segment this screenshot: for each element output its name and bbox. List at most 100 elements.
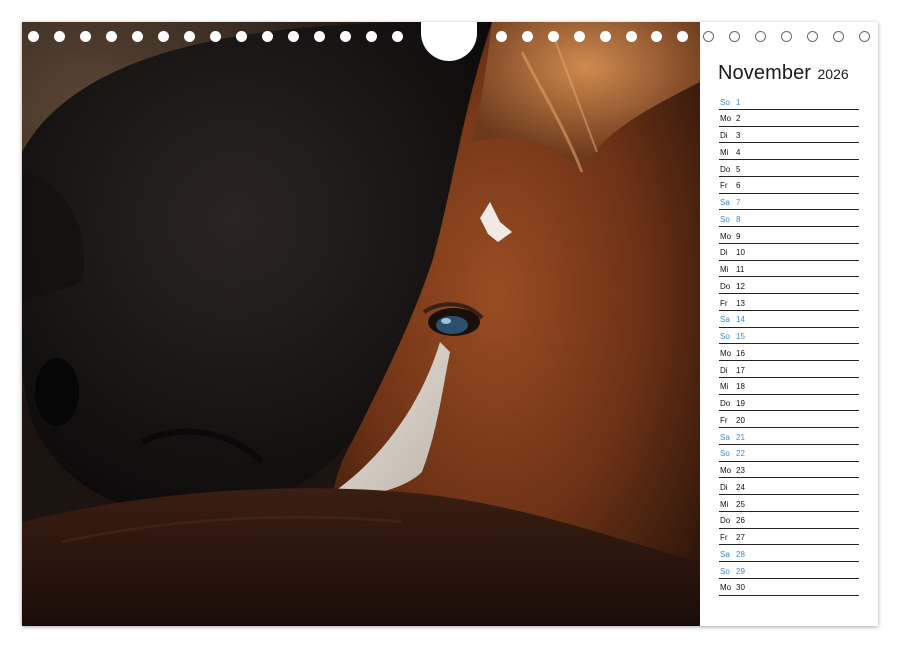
day-row: Mo 16 (719, 344, 859, 361)
binding-hole (521, 31, 533, 42)
weekday-label: Fr (720, 415, 728, 425)
day-row: So 22 (719, 445, 859, 462)
binding-hole (677, 31, 689, 42)
binding-hole (236, 31, 247, 42)
day-row: Sa 7 (719, 194, 859, 211)
day-row: Fr 6 (719, 177, 859, 194)
day-number: 5 (736, 164, 741, 174)
day-number: 7 (736, 198, 741, 207)
binding-hole (340, 31, 351, 42)
day-number: 28 (736, 549, 745, 559)
weekday-label: So (720, 449, 730, 459)
weekday-label: Mo (720, 348, 732, 358)
weekday-label: Mi (720, 265, 729, 274)
day-row: Do 26 (719, 512, 859, 529)
binding-hole (132, 31, 143, 42)
day-row: Mo 9 (719, 227, 859, 244)
day-number: 13 (736, 298, 745, 308)
weekday-label: Sa (720, 432, 730, 442)
day-number: 12 (736, 281, 745, 291)
month-year: 2026 (817, 66, 849, 82)
day-number: 18 (736, 382, 745, 392)
day-row: So 29 (719, 562, 859, 579)
day-number: 27 (736, 533, 745, 542)
day-number: 1 (736, 97, 741, 107)
day-list: So 1 Mo 2 Di 3 Mi 4 Do 5 Fr 6 Sa 7 So 8 Mo 9 Di 10 Mi 11 Do 12 F… (719, 93, 859, 596)
weekday-label: Mo (720, 231, 732, 241)
day-row: Mi 25 (719, 495, 859, 512)
day-number: 29 (736, 566, 745, 576)
day-number: 16 (736, 348, 745, 358)
day-row: Mi 18 (719, 378, 859, 395)
weekday-label: Sa (720, 315, 730, 325)
binding-hole (392, 31, 403, 42)
weekday-label: Sa (720, 198, 730, 207)
spiral-binding (22, 22, 878, 61)
weekday-label: Di (720, 365, 728, 375)
binding-hole (625, 31, 637, 42)
day-number: 9 (736, 231, 741, 241)
binding-hole (262, 31, 273, 42)
binding-hole (288, 31, 299, 42)
date-panel: November 2026 So 1 Mo 2 Di 3 Mi 4 Do 5 Fr 6 Sa 7 So 8 Mo… (700, 22, 878, 626)
weekday-label: So (720, 214, 730, 224)
weekday-label: Mi (720, 382, 729, 392)
day-number: 3 (736, 131, 741, 140)
day-number: 24 (736, 482, 745, 492)
binding-hole (807, 31, 818, 42)
day-number: 23 (736, 466, 745, 475)
weekday-label: Fr (720, 533, 728, 542)
weekday-label: Do (720, 516, 731, 526)
day-row: Fr 27 (719, 529, 859, 546)
binding-hole (366, 31, 377, 42)
day-row: Sa 21 (719, 428, 859, 445)
binding-hole (158, 31, 169, 42)
binding-hole (80, 31, 91, 42)
day-number: 14 (736, 315, 745, 325)
weekday-label: Di (720, 482, 728, 492)
day-number: 21 (736, 432, 745, 442)
binding-hole (859, 31, 870, 42)
weekday-label: Do (720, 281, 731, 291)
day-row: Sa 28 (719, 545, 859, 562)
day-row: Do 19 (719, 395, 859, 412)
day-row: Mo 2 (719, 110, 859, 127)
binding-hole (496, 31, 507, 42)
weekday-label: Sa (720, 549, 730, 559)
day-row: Do 12 (719, 277, 859, 294)
binding-hole (54, 31, 65, 42)
weekday-label: Do (720, 164, 731, 174)
weekday-label: So (720, 332, 730, 341)
day-row: Mi 11 (719, 261, 859, 278)
day-number: 4 (736, 147, 741, 157)
day-row: Sa 14 (719, 311, 859, 328)
day-number: 30 (736, 583, 745, 593)
binding-hole (573, 31, 585, 42)
weekday-label: So (720, 566, 730, 576)
weekday-label: Mo (720, 114, 732, 124)
weekday-label: Mo (720, 583, 732, 593)
day-number: 26 (736, 516, 745, 526)
binding-hole (547, 31, 559, 42)
day-row: Di 3 (719, 127, 859, 144)
day-row: Di 10 (719, 244, 859, 261)
binding-hole (651, 31, 663, 42)
day-row: So 15 (719, 328, 859, 345)
day-row: Mi 4 (719, 143, 859, 160)
weekday-label: Fr (720, 298, 728, 308)
horse-photo (22, 22, 700, 626)
binding-hole (28, 31, 39, 42)
day-row: So 1 (719, 93, 859, 110)
binding-hole (210, 31, 221, 42)
weekday-label: Mi (720, 499, 729, 509)
day-number: 8 (736, 214, 741, 224)
day-number: 22 (736, 449, 745, 459)
calendar-page: November 2026 So 1 Mo 2 Di 3 Mi 4 Do 5 Fr 6 Sa 7 So 8 Mo… (22, 22, 878, 626)
day-number: 20 (736, 415, 745, 425)
binding-hole (106, 31, 117, 42)
weekday-label: Fr (720, 181, 728, 191)
binding-hole (781, 31, 792, 42)
day-number: 6 (736, 181, 741, 191)
day-row: Di 17 (719, 361, 859, 378)
day-row: Fr 20 (719, 411, 859, 428)
